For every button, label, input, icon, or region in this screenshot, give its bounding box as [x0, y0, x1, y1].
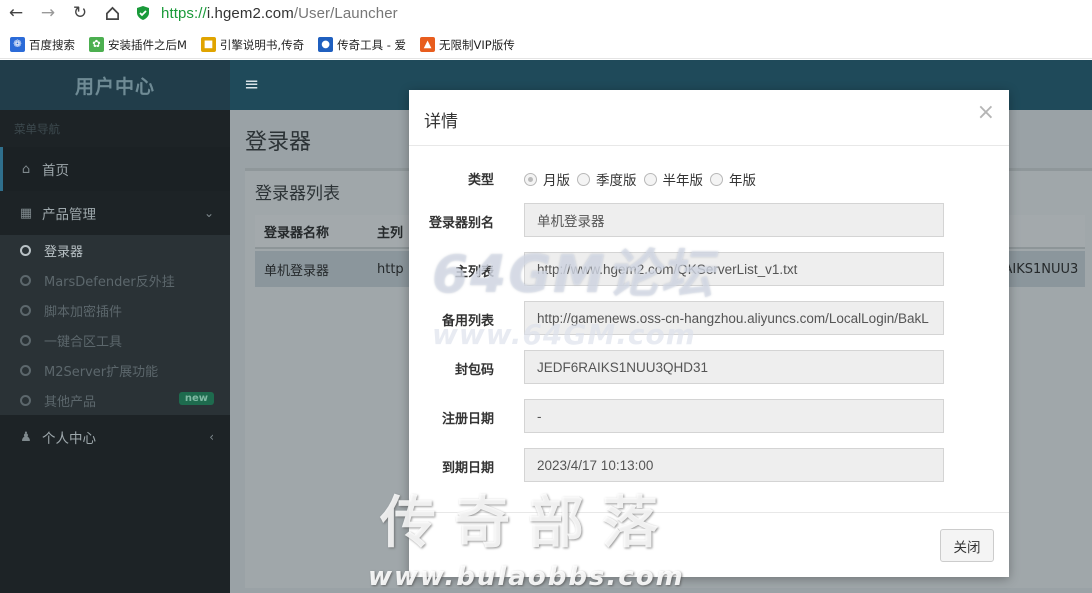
form-row-register-date: 注册日期 - — [409, 399, 1009, 433]
modal-body: 类型 月版 季度版 半年版 年版 登录器别名 单机登录器 主列表 http://… — [409, 146, 1009, 512]
grid-icon: ▦ — [19, 205, 33, 221]
page-title: 登录器 — [245, 130, 312, 155]
packet-code-field[interactable]: JEDF6RAIKS1NUU3QHD31 — [524, 350, 944, 384]
chevron-down-icon: ⌄ — [203, 206, 214, 220]
bookmark-item[interactable]: ■ 引擎说明书,传奇 — [200, 37, 304, 53]
form-row-type: 类型 月版 季度版 半年版 年版 — [409, 160, 1009, 194]
box-title: 登录器列表 — [255, 184, 340, 204]
radio-halfyear[interactable] — [643, 172, 657, 186]
circle-icon — [20, 274, 31, 286]
modal-footer: 关闭 — [409, 512, 1009, 577]
sidebar-item-personal[interactable]: ♟ 个人中心 ‹ — [0, 415, 230, 459]
type-radio-group: 月版 季度版 半年版 年版 — [524, 169, 763, 189]
sidebar-submenu: 登录器 MarsDefender反外挂 脚本加密插件 一键合区工具 M2Serv… — [0, 235, 230, 415]
secure-shield-icon[interactable] — [134, 4, 152, 22]
logo[interactable]: 用户中心 — [0, 60, 230, 110]
sidebar-subitem-script-encrypt[interactable]: 脚本加密插件 — [0, 295, 230, 325]
new-badge: new — [178, 392, 214, 405]
bookmarks-bar: ❁ 百度搜索 ✿ 安装插件之后M ■ 引擎说明书,传奇 ● 传奇工具 - 爱 ▲ 无限制V… — [0, 31, 1092, 59]
url-field[interactable]: https://i.hgem2.com/User/Launcher — [161, 5, 398, 22]
form-label: 登录器别名 — [428, 216, 494, 231]
radio-quarterly[interactable] — [577, 172, 590, 186]
form-label: 主列表 — [454, 265, 494, 280]
chevron-left-icon: ‹ — [209, 430, 214, 444]
form-label: 类型 — [467, 173, 494, 188]
main-list-field[interactable]: http://www.hgem2.com/QKServerList_v1.txt — [524, 252, 944, 286]
sidebar-subitem-m2server[interactable]: M2Server扩展功能 — [0, 355, 230, 385]
sidebar-item-home[interactable]: ⌂ 首页 — [0, 147, 230, 191]
sidebar-item-label: 个人中心 — [42, 431, 96, 447]
back-icon[interactable]: ← — [0, 0, 32, 26]
reload-icon[interactable]: ↻ — [64, 0, 96, 26]
bookmark-item[interactable]: ▲ 无限制VIP版传 — [420, 37, 515, 53]
sidebar-subitem-other[interactable]: 其他产品 new — [0, 385, 230, 415]
radio-monthly[interactable] — [524, 172, 537, 186]
nav-header: 菜单导航 — [14, 122, 60, 136]
circle-icon — [20, 244, 31, 256]
book-icon: ■ — [200, 37, 216, 52]
form-label: 封包码 — [454, 363, 494, 378]
form-row-expire-date: 到期日期 2023/4/17 10:13:00 — [409, 448, 1009, 482]
form-row-main-list: 主列表 http://www.hgem2.com/QKServerList_v1… — [409, 252, 1009, 286]
sidebar-item-label: 首页 — [42, 163, 69, 179]
bookmark-item[interactable]: ✿ 安装插件之后M — [89, 37, 187, 53]
cell-name: 单机登录器 — [264, 263, 330, 279]
sidebar: 用户中心 菜单导航 ⌂ 首页 ▦ 产品管理 ⌄ 登录器 MarsDefender… — [0, 60, 230, 593]
vip-icon: ▲ — [420, 37, 436, 52]
sidebar-item-label: 产品管理 — [42, 207, 96, 223]
form-row-packet-code: 封包码 JEDF6RAIKS1NUU3QHD31 — [409, 350, 1009, 384]
home-button-icon[interactable] — [96, 0, 128, 26]
modal-title: 详情 — [424, 112, 458, 132]
expire-date-field[interactable]: 2023/4/17 10:13:00 — [524, 448, 944, 482]
close-icon[interactable]: × — [977, 102, 995, 124]
circle-icon — [20, 364, 31, 376]
circle-icon — [20, 304, 31, 316]
sidebar-subitem-merge-tool[interactable]: 一键合区工具 — [0, 325, 230, 355]
register-date-field[interactable]: - — [524, 399, 944, 433]
form-row-backup-list: 备用列表 http://gamenews.oss-cn-hangzhou.ali… — [409, 301, 1009, 335]
circle-icon — [20, 334, 31, 346]
backup-list-field[interactable]: http://gamenews.oss-cn-hangzhou.aliyuncs… — [524, 301, 944, 335]
browser-address-bar: ← → ↻ https://i.hgem2.com/User/Launcher — [0, 0, 1092, 26]
circle-icon — [20, 394, 31, 406]
form-label: 注册日期 — [441, 412, 494, 427]
leaf-icon: ✿ — [89, 37, 104, 52]
menu-toggle-icon[interactable]: ≡ — [244, 74, 259, 95]
bookmark-item[interactable]: ● 传奇工具 - 爱 — [318, 37, 406, 53]
form-label: 到期日期 — [441, 461, 494, 476]
paw-icon: ❁ — [10, 37, 25, 52]
close-button[interactable]: 关闭 — [940, 529, 994, 562]
sidebar-subitem-marsdefender[interactable]: MarsDefender反外挂 — [0, 265, 230, 295]
radio-yearly[interactable] — [710, 172, 723, 186]
detail-modal: 详情 × 类型 月版 季度版 半年版 年版 登录器别名 单机登录器 主列表 ht… — [409, 90, 1009, 577]
flame-icon: ● — [318, 37, 334, 52]
sidebar-item-products[interactable]: ▦ 产品管理 ⌄ — [0, 191, 230, 235]
alias-field[interactable]: 单机登录器 — [524, 203, 944, 237]
home-icon: ⌂ — [21, 161, 31, 177]
user-icon: ♟ — [20, 429, 32, 445]
form-label: 备用列表 — [441, 314, 494, 329]
bookmark-item[interactable]: ❁ 百度搜索 — [10, 37, 75, 53]
sidebar-subitem-launcher[interactable]: 登录器 — [0, 235, 230, 265]
forward-icon[interactable]: → — [32, 0, 64, 26]
form-row-alias: 登录器别名 单机登录器 — [409, 203, 1009, 237]
modal-header: 详情 × — [409, 90, 1009, 146]
column-header: 登录器名称 — [264, 225, 330, 241]
